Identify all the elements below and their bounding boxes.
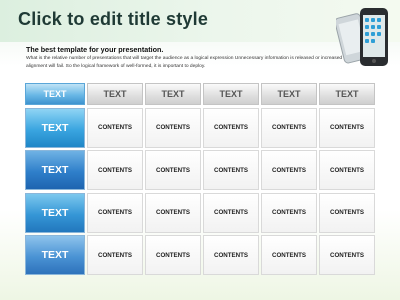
- table-header-cell[interactable]: TEXT: [87, 83, 143, 105]
- slide-subtitle[interactable]: The best template for your presentation.: [26, 45, 163, 54]
- table-cell[interactable]: CONTENTS: [261, 235, 317, 276]
- table-cell[interactable]: CONTENTS: [319, 192, 375, 233]
- table-header-cell[interactable]: TEXT: [261, 83, 317, 105]
- slide: Click to edit title style The best templ…: [0, 0, 400, 300]
- table-cell[interactable]: CONTENTS: [203, 235, 259, 276]
- table-cell[interactable]: CONTENTS: [319, 235, 375, 276]
- table-cell[interactable]: CONTENTS: [319, 107, 375, 148]
- table-header-cell[interactable]: TEXT: [145, 83, 201, 105]
- table-cell[interactable]: CONTENTS: [203, 150, 259, 191]
- table-cell[interactable]: CONTENTS: [87, 235, 143, 276]
- table-header-cell[interactable]: TEXT: [25, 83, 85, 105]
- slide-title[interactable]: Click to edit title style: [18, 9, 208, 30]
- table-cell[interactable]: CONTENTS: [261, 150, 317, 191]
- table-cell[interactable]: CONTENTS: [261, 192, 317, 233]
- table-cell[interactable]: CONTENTS: [203, 192, 259, 233]
- table-cell[interactable]: CONTENTS: [145, 192, 201, 233]
- table-row-header[interactable]: TEXT: [25, 192, 85, 233]
- table-header-cell[interactable]: TEXT: [203, 83, 259, 105]
- table-cell[interactable]: CONTENTS: [87, 150, 143, 191]
- table-cell[interactable]: CONTENTS: [261, 107, 317, 148]
- slide-body-text[interactable]: What is the relative number of presentat…: [26, 55, 360, 71]
- table-row-header[interactable]: TEXT: [25, 235, 85, 276]
- table-cell[interactable]: CONTENTS: [145, 107, 201, 148]
- comparison-table: TEXT TEXT TEXT TEXT TEXT TEXT TEXT CONTE…: [25, 83, 377, 276]
- table-cell[interactable]: CONTENTS: [145, 235, 201, 276]
- table-cell[interactable]: CONTENTS: [87, 107, 143, 148]
- table-row-header[interactable]: TEXT: [25, 107, 85, 148]
- table-cell[interactable]: CONTENTS: [87, 192, 143, 233]
- table-cell[interactable]: CONTENTS: [203, 107, 259, 148]
- table-row-header[interactable]: TEXT: [25, 150, 85, 191]
- table-header-cell[interactable]: TEXT: [319, 83, 375, 105]
- table-cell[interactable]: CONTENTS: [319, 150, 375, 191]
- table-cell[interactable]: CONTENTS: [145, 150, 201, 191]
